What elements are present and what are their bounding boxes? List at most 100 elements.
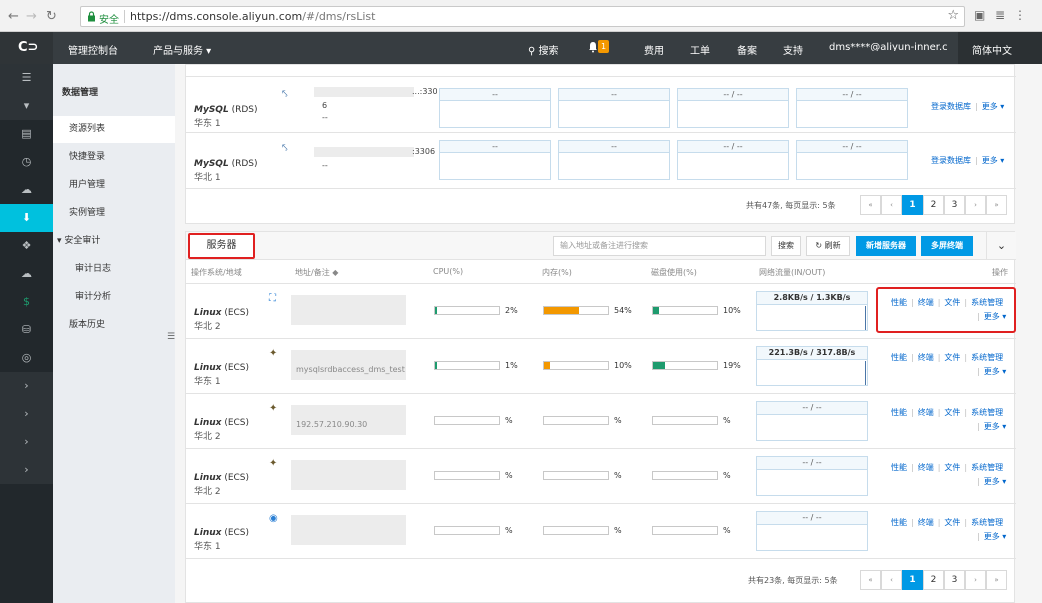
sidebar-item-quick-login[interactable]: 快捷登录 (53, 144, 175, 171)
storage-icon[interactable]: ▤ (0, 120, 53, 148)
db-pager-next[interactable]: › (965, 195, 986, 215)
file-link[interactable]: 文件 (944, 463, 960, 472)
bookmark-star-icon[interactable]: ☆ (947, 8, 959, 23)
notification-bell[interactable]: 1 (588, 40, 609, 56)
system-management-link[interactable]: 系统管理 (971, 463, 1003, 472)
disk-bar (652, 416, 718, 425)
search-button[interactable]: 搜索 (771, 236, 801, 256)
cloud-icon[interactable]: ☁ (0, 176, 53, 204)
nav-console[interactable]: 管理控制台 (68, 42, 118, 57)
login-db-link[interactable]: 登录数据库 (931, 156, 971, 165)
network-value: 221.3B/s / 317.8B/s (757, 347, 867, 360)
col-address[interactable]: 地址/备注 ◆ (295, 267, 338, 278)
refresh-cycle-icon[interactable]: ◷ (0, 148, 53, 176)
reload-icon[interactable]: ↻ (46, 9, 57, 24)
terminal-link[interactable]: 终端 (918, 408, 934, 417)
expand-arrow-icon-4[interactable]: › (0, 456, 53, 484)
system-management-link[interactable]: 系统管理 (971, 353, 1003, 362)
file-link[interactable]: 文件 (944, 518, 960, 527)
server-pager-page-1[interactable]: 1 (902, 570, 923, 590)
server-pager-last[interactable]: » (986, 570, 1007, 590)
db-pager-page-3[interactable]: 3 (944, 195, 965, 215)
cloud-upload-icon[interactable]: ☁ (0, 260, 53, 288)
disk-bar (652, 471, 718, 480)
sidebar-item-resource-list[interactable]: 资源列表 (53, 116, 175, 143)
nav-support[interactable]: 支持 (783, 42, 803, 57)
file-link[interactable]: 文件 (944, 353, 960, 362)
db-pager-first[interactable]: « (860, 195, 881, 215)
nav-user[interactable]: dms****@aliyun-inner.com (829, 42, 947, 51)
database-icon[interactable]: ⛁ (0, 316, 53, 344)
collapse-arrow-icon[interactable]: ▾ (0, 92, 53, 120)
sidebar-item-audit-log[interactable]: 审计日志 (53, 256, 175, 283)
db-pager-prev[interactable]: ‹ (881, 195, 902, 215)
terminal-link[interactable]: 终端 (918, 463, 934, 472)
nav-fees[interactable]: 费用 (644, 42, 664, 57)
aliyun-logo[interactable]: C⊃ (0, 32, 53, 64)
sidebar-item-version-history[interactable]: 版本历史 (53, 312, 175, 339)
server-pager-page-2[interactable]: 2 (923, 570, 944, 590)
sidebar-item-user-management[interactable]: 用户管理 (53, 172, 175, 199)
sidebar-collapse-icon[interactable]: ☰ (167, 332, 175, 346)
expand-arrow-icon-1[interactable]: › (0, 372, 53, 400)
performance-link[interactable]: 性能 (891, 463, 907, 472)
system-management-link[interactable]: 系统管理 (971, 518, 1003, 527)
address-bar[interactable]: 安全 https://dms.console.aliyun.com/#/dms/… (80, 6, 965, 27)
action-divider: | (911, 463, 914, 472)
network-sparkline (865, 306, 866, 330)
dollar-icon[interactable]: $ (0, 288, 53, 316)
extension-menu-icon[interactable]: ≣ (995, 8, 1005, 22)
menu-toggle-icon[interactable]: ☰ (0, 64, 53, 92)
chevron-down-icon[interactable]: ⌄ (986, 232, 1016, 260)
db-more-link[interactable]: 更多 ▾ (982, 102, 1005, 111)
performance-link[interactable]: 性能 (891, 408, 907, 417)
server-search-input[interactable]: 输入地址或备注进行搜索 (553, 236, 766, 256)
server-pager-next[interactable]: › (965, 570, 986, 590)
server-actions-more: | 更多 ▾ (973, 421, 1006, 432)
nav-search[interactable]: ⚲ 搜索 (528, 42, 559, 57)
action-divider: | (937, 353, 941, 362)
server-more-link[interactable]: 更多 ▾ (984, 367, 1007, 376)
language-switch[interactable]: 简体中文 (958, 32, 1042, 64)
expand-arrow-icon-2[interactable]: › (0, 400, 53, 428)
login-db-link[interactable]: 登录数据库 (931, 102, 971, 111)
db-more-link[interactable]: 更多 ▾ (982, 156, 1005, 165)
multi-terminal-button[interactable]: 多屏终端 (921, 236, 973, 256)
refresh-button[interactable]: ↻ 刷新 (806, 236, 850, 256)
system-management-link[interactable]: 系统管理 (971, 408, 1003, 417)
sidebar-item-instance-management[interactable]: 实例管理 (53, 200, 175, 227)
extension-icon[interactable]: ▣ (974, 8, 985, 22)
performance-link[interactable]: 性能 (891, 518, 907, 527)
performance-link[interactable]: 性能 (891, 353, 907, 362)
nav-products[interactable]: 产品与服务 ▾ (153, 42, 211, 57)
db-pager-page-2[interactable]: 2 (923, 195, 944, 215)
server-more-link[interactable]: 更多 ▾ (984, 532, 1007, 541)
monitor-icon[interactable]: ◎ (0, 344, 53, 372)
forward-icon[interactable]: → (26, 9, 37, 24)
terminal-link[interactable]: 终端 (918, 353, 934, 362)
back-icon[interactable]: ← (8, 9, 19, 24)
server-pager-prev[interactable]: ‹ (881, 570, 902, 590)
db-pager-page-1[interactable]: 1 (902, 195, 923, 215)
sidebar-item-security-audit[interactable]: ▾ 安全审计 (53, 228, 175, 255)
expand-arrow-icon-3[interactable]: › (0, 428, 53, 456)
server-more-link[interactable]: 更多 ▾ (984, 477, 1007, 486)
add-server-button[interactable]: 新增服务器 (856, 236, 916, 256)
terminal-link[interactable]: 终端 (918, 518, 934, 527)
memory-bar (543, 526, 609, 535)
dms-icon[interactable]: ⬇ (0, 204, 53, 232)
disk-percent: 19% (723, 361, 741, 370)
nav-tickets[interactable]: 工单 (690, 42, 710, 57)
db-address-tail: :3306 (412, 147, 436, 156)
browser-menu-icon[interactable]: ⋮ (1014, 8, 1026, 22)
db-type-name: MySQL (194, 105, 229, 115)
file-link[interactable]: 文件 (944, 408, 960, 417)
nav-icp[interactable]: 备案 (737, 42, 757, 57)
server-pager-first[interactable]: « (860, 570, 881, 590)
server-more-link[interactable]: 更多 ▾ (984, 422, 1007, 431)
sidebar-item-audit-analysis[interactable]: 审计分析 (53, 284, 175, 311)
db-pager-last[interactable]: » (986, 195, 1007, 215)
db-address-line2: 6 (322, 101, 328, 110)
server-pager-page-3[interactable]: 3 (944, 570, 965, 590)
network-icon[interactable]: ❖ (0, 232, 53, 260)
